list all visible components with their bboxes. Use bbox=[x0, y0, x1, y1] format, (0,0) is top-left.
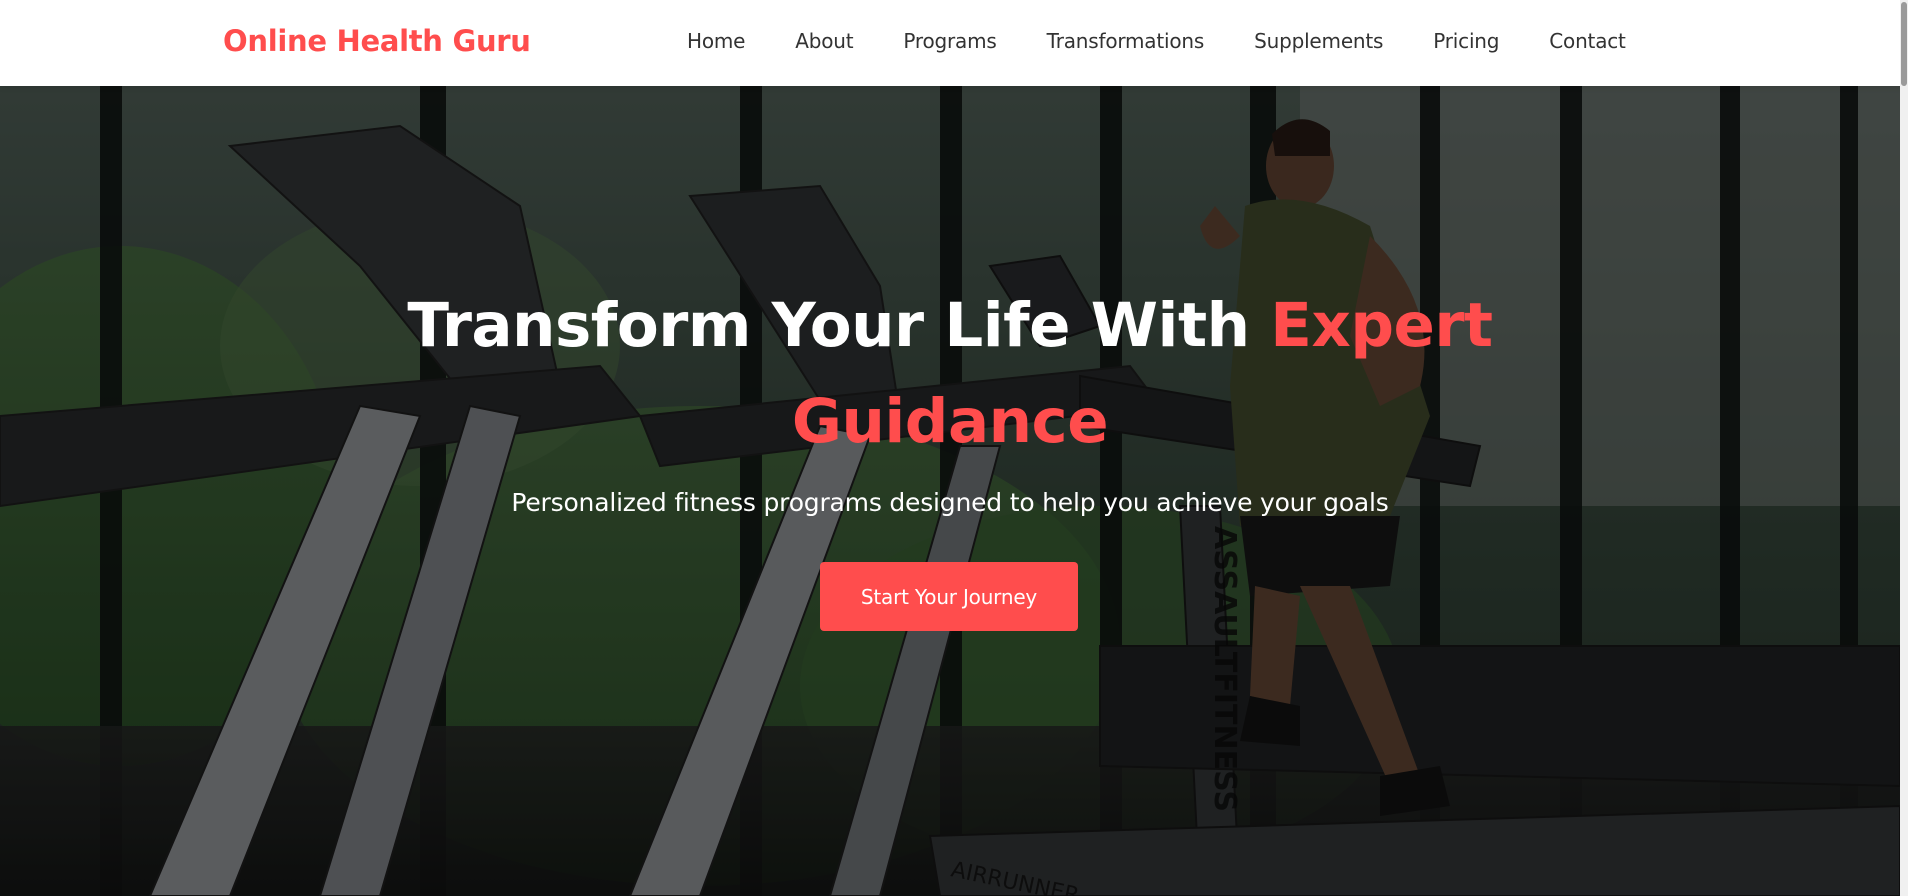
hero-subtitle: Personalized fitness programs designed t… bbox=[511, 488, 1389, 517]
scrollbar-thumb[interactable] bbox=[1901, 2, 1907, 86]
hero-title: Transform Your Life With Expert Guidance bbox=[400, 278, 1500, 470]
nav-link-about[interactable]: About bbox=[795, 29, 853, 53]
nav-link-transformations[interactable]: Transformations bbox=[1047, 29, 1205, 53]
start-journey-button[interactable]: Start Your Journey bbox=[820, 562, 1078, 631]
nav-link-programs[interactable]: Programs bbox=[903, 29, 996, 53]
hero-content: Transform Your Life With Expert Guidance… bbox=[0, 86, 1900, 896]
hero-section: ASSAULTFITNESS AIRRUNNER Transform Your … bbox=[0, 86, 1900, 896]
hero-title-main: Transform Your Life With bbox=[407, 290, 1271, 361]
nav-link-home[interactable]: Home bbox=[687, 29, 745, 53]
site-header: Online Health Guru Home About Programs T… bbox=[0, 0, 1908, 86]
page: Online Health Guru Home About Programs T… bbox=[0, 0, 1908, 896]
page-scrollbar[interactable] bbox=[1900, 0, 1908, 896]
nav-link-contact[interactable]: Contact bbox=[1549, 29, 1626, 53]
nav-link-pricing[interactable]: Pricing bbox=[1433, 29, 1499, 53]
site-logo[interactable]: Online Health Guru bbox=[223, 24, 531, 58]
main-nav: Home About Programs Transformations Supp… bbox=[687, 29, 1626, 53]
nav-link-supplements[interactable]: Supplements bbox=[1254, 29, 1383, 53]
